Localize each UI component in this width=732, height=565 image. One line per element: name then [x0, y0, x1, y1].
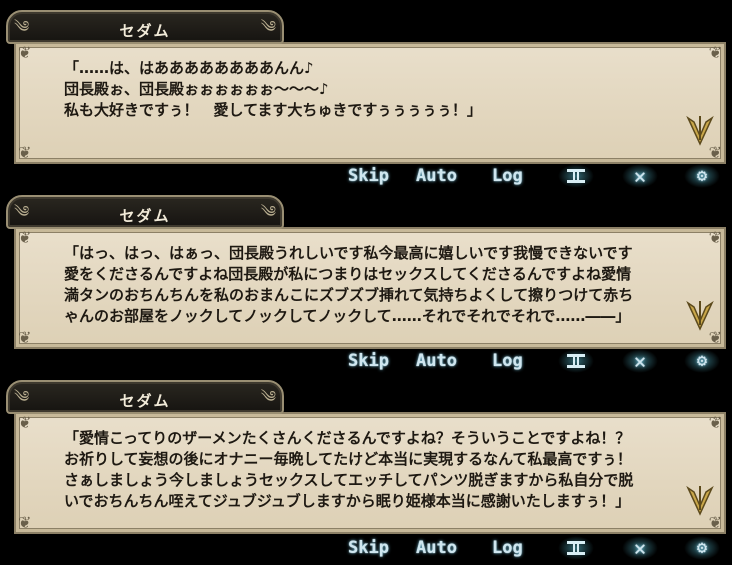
corner-ornament: ❦	[708, 43, 722, 62]
auto-button[interactable]: Auto	[416, 536, 457, 560]
game-toolbar: Skip Auto Log ✕ ⚙	[340, 536, 732, 560]
dialogue-text: 「……は、はああああああああんん♪ 団長殿ぉ、団長殿ぉぉぉぉぉぉ〜〜〜♪ 私も大…	[64, 59, 482, 119]
dialogue-panel: ❦ ❦ ❦ ❦ 「……は、はああああああああんん♪ 団長殿ぉ、団長殿ぉぉぉぉぉぉ…	[0, 0, 732, 188]
speaker-name: セダム	[119, 207, 171, 225]
skip-button[interactable]: Skip	[348, 536, 389, 560]
speaker-name-plate: ༄ ༄ セダム	[6, 10, 284, 44]
corner-ornament: ❦	[18, 328, 32, 347]
gear-icon[interactable]: ⚙	[684, 536, 720, 560]
dialogue-box[interactable]: ❦ ❦ ❦ ❦ 「……は、はああああああああんん♪ 団長殿ぉ、団長殿ぉぉぉぉぉぉ…	[14, 42, 726, 164]
dialogue-text: 「愛情こってりのザーメンたくさんくださるんですよね？そういうことですよね！？ お…	[64, 429, 634, 510]
speaker-name: セダム	[119, 22, 171, 40]
corner-ornament: ❦	[18, 413, 32, 432]
next-page-icon	[686, 485, 714, 516]
corner-ornament: ❦	[18, 513, 32, 532]
corner-ornament: ❦	[18, 43, 32, 62]
dialogue-panel: ❦ ❦ ❦ ❦ 「愛情こってりのザーメンたくさんくださるんですよね？そういうこと…	[0, 370, 732, 560]
corner-ornament: ❦	[708, 228, 722, 247]
corner-ornament: ❦	[708, 413, 722, 432]
speaker-name-plate: ༄ ༄ セダム	[6, 380, 284, 414]
dialogue-text: 「はっ、はっ、はぁっ、団長殿うれしいです私今最高に嬉しいです我慢できないです 愛…	[64, 244, 634, 325]
dialogue-box[interactable]: ❦ ❦ ❦ ❦ 「愛情こってりのザーメンたくさんくださるんですよね？そういうこと…	[14, 412, 726, 534]
next-page-icon	[686, 115, 714, 146]
dialogue-box[interactable]: ❦ ❦ ❦ ❦ 「はっ、はっ、はぁっ、団長殿うれしいです私今最高に嬉しいです我慢…	[14, 227, 726, 349]
speaker-name-plate: ༄ ༄ セダム	[6, 195, 284, 229]
corner-ornament: ❦	[18, 143, 32, 162]
corner-ornament: ❦	[18, 228, 32, 247]
next-page-icon	[686, 300, 714, 331]
layers-icon[interactable]	[558, 536, 594, 560]
speaker-name: セダム	[119, 392, 171, 410]
close-icon[interactable]: ✕	[622, 536, 658, 560]
log-button[interactable]: Log	[492, 536, 523, 560]
dialogue-panel: ❦ ❦ ❦ ❦ 「はっ、はっ、はぁっ、団長殿うれしいです私今最高に嬉しいです我慢…	[0, 185, 732, 373]
